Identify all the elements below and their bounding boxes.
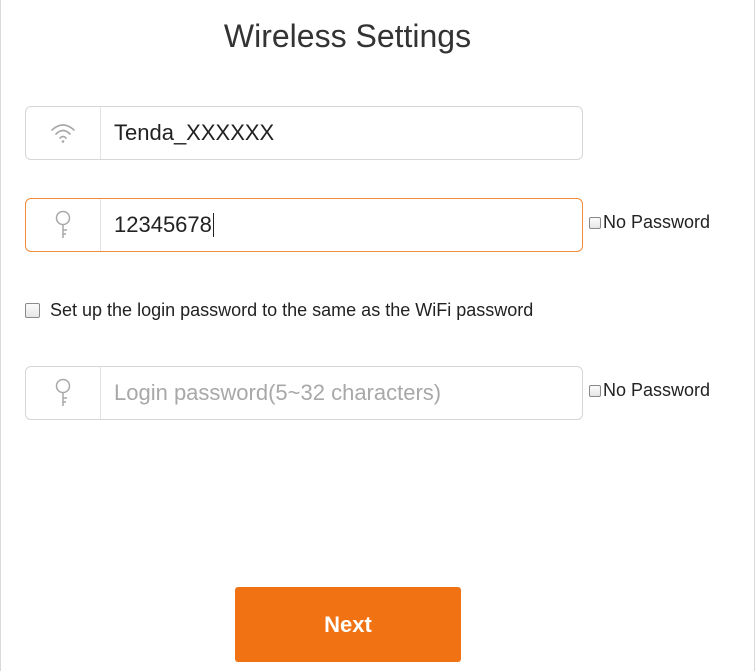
login-password-placeholder[interactable]: Login password(5~32 characters)	[114, 367, 441, 419]
key-icon	[55, 210, 71, 238]
key-icon-cell	[26, 199, 101, 251]
key-icon	[55, 378, 71, 406]
login-no-password-option[interactable]: No Password	[589, 380, 710, 401]
same-as-wifi-option[interactable]: Set up the login password to the same as…	[25, 300, 533, 321]
wifi-password-field[interactable]: 12345678	[25, 198, 583, 252]
wifi-icon-cell	[26, 107, 101, 159]
same-as-wifi-label: Set up the login password to the same as…	[50, 300, 534, 320]
wireless-settings-panel: Wireless Settings Tenda_XXXXXX 12345678	[0, 0, 755, 671]
login-no-password-label: No Password	[603, 380, 711, 400]
next-button[interactable]: Next	[235, 587, 461, 662]
page-title: Wireless Settings	[223, 18, 472, 54]
wifi-name-field[interactable]: Tenda_XXXXXX	[25, 106, 583, 160]
text-caret	[212, 213, 214, 237]
key-icon-cell	[26, 367, 101, 419]
wifi-name-value[interactable]: Tenda_XXXXXX	[114, 107, 274, 159]
wifi-no-password-checkbox[interactable]	[589, 216, 601, 229]
wifi-password-text: 12345678	[114, 212, 212, 237]
login-no-password-checkbox[interactable]	[589, 384, 601, 397]
wifi-no-password-option[interactable]: No Password	[589, 212, 710, 233]
wifi-no-password-label: No Password	[603, 212, 711, 232]
same-as-wifi-checkbox[interactable]	[25, 303, 40, 318]
wifi-password-value[interactable]: 12345678	[114, 199, 214, 251]
login-password-field[interactable]: Login password(5~32 characters)	[25, 366, 583, 420]
wifi-icon	[51, 124, 75, 143]
